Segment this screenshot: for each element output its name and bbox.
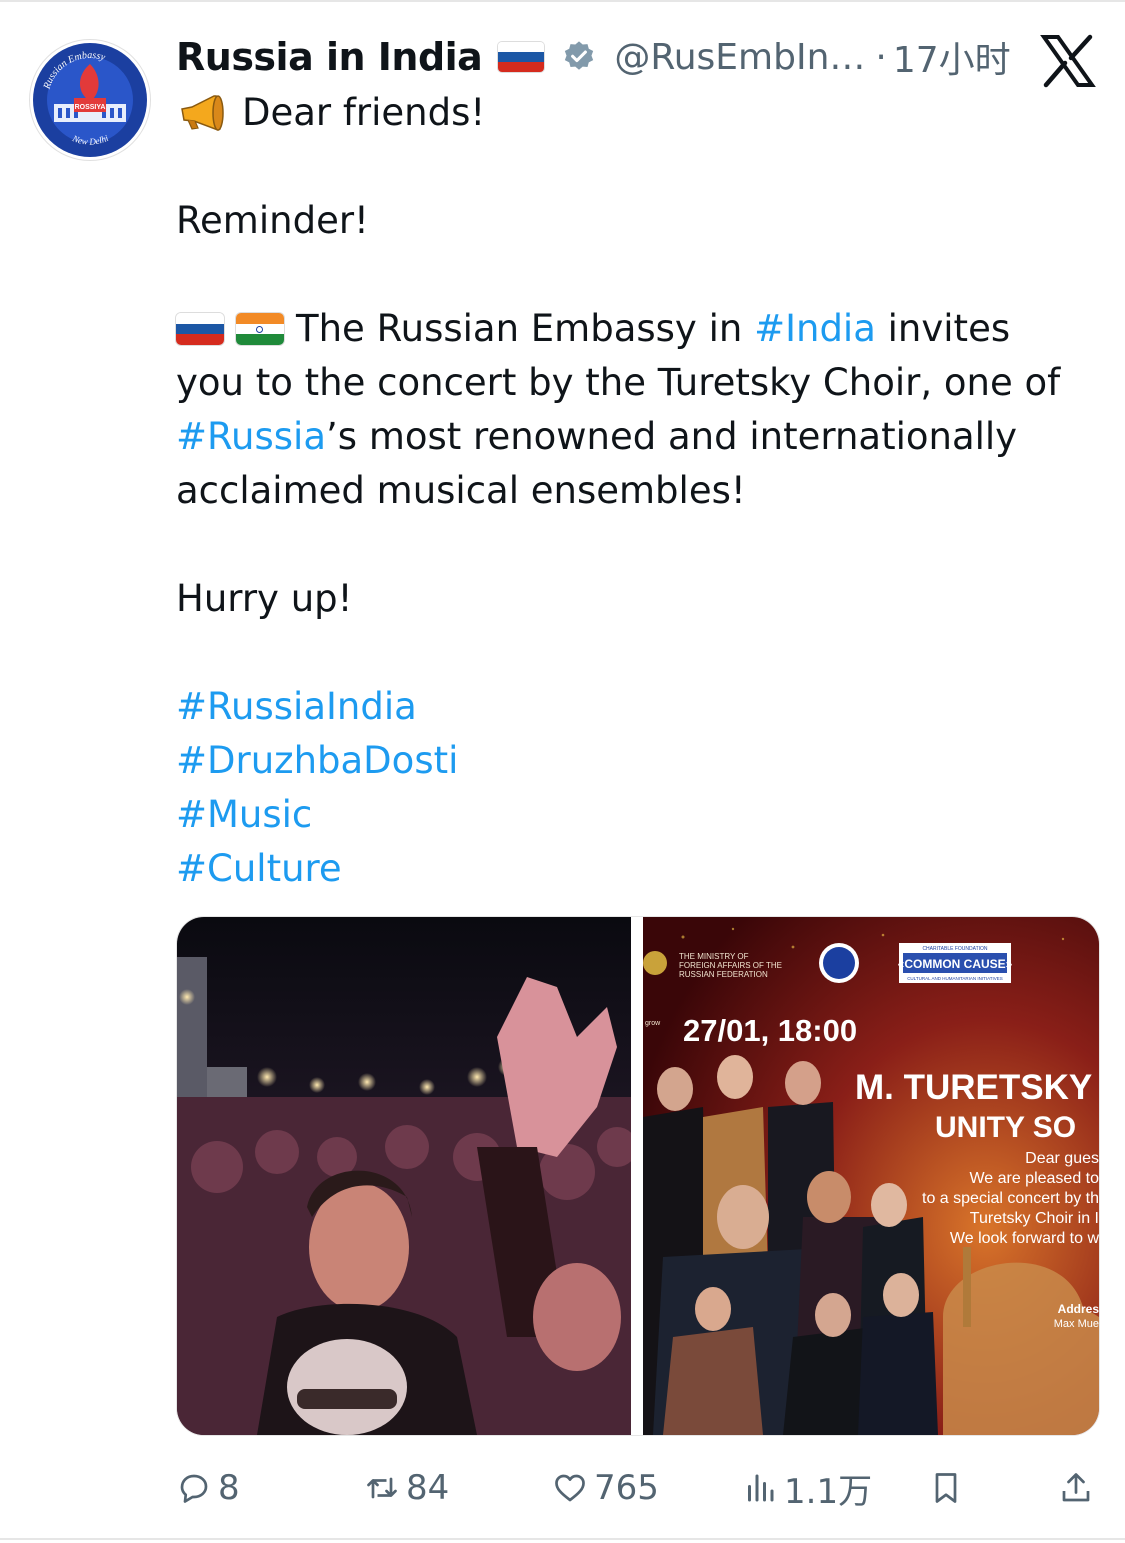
reply-button[interactable]: 8 [176, 1458, 240, 1518]
concert-poster-image[interactable]: THE MINISTRY OF FOREIGN AFFAIRS OF THE R… [643, 917, 1099, 1435]
poster-line: Turetsky Choir in I [970, 1210, 1099, 1227]
poster-address-line: Max Mue [1054, 1318, 1099, 1330]
reply-count: 8 [218, 1468, 240, 1508]
post-time[interactable]: 17小时 [893, 31, 1011, 83]
poster-title: M. TURETSKY CHO [855, 1068, 1099, 1107]
repost-count: 84 [406, 1468, 450, 1508]
tweet-line: Dear friends! [176, 86, 1096, 140]
share-button[interactable] [1058, 1458, 1100, 1518]
poster-address-label: Addres [1058, 1302, 1099, 1316]
hurry-text: Hurry up! [176, 577, 353, 620]
hashtag-link[interactable]: #Culture [176, 842, 1096, 896]
hashtag-russia-link[interactable]: #Russia [176, 415, 326, 458]
crowd-video-thumbnail[interactable] [177, 917, 631, 1435]
media-gallery: THE MINISTRY OF FOREIGN AFFAIRS OF THE R… [176, 916, 1100, 1436]
poster-foundation-sub: CULTURAL AND HUMANITARIAN INITIATIVES [907, 976, 1003, 981]
russia-flag-icon [176, 313, 224, 345]
poster-line: Dear gues [1025, 1150, 1099, 1167]
avatar-badge-text: ROSSIYA [75, 104, 106, 111]
media-divider [631, 917, 643, 1435]
heart-icon [555, 1474, 585, 1502]
tweet-line: acclaimed musical ensembles! [176, 469, 746, 512]
reply-icon [180, 1474, 208, 1503]
like-count: 765 [594, 1468, 659, 1508]
tweet-line: you to the concert by the Turetsky Choir… [176, 361, 1061, 404]
top-divider [0, 0, 1125, 2]
poster-ministry-line: RUSSIAN FEDERATION [679, 970, 768, 979]
verified-badge-icon [565, 41, 594, 70]
x-logo-icon[interactable] [1040, 34, 1096, 88]
views-icon [748, 1474, 774, 1502]
like-button[interactable]: 765 [552, 1458, 659, 1518]
poster-side-label: grow [645, 1020, 661, 1027]
tweet-line: #Russia’s most renowned and internationa… [176, 410, 1096, 464]
poster-ministry-line: THE MINISTRY OF [679, 952, 749, 961]
poster-ministry-line: FOREIGN AFFAIRS OF THE [679, 961, 782, 970]
header-separator: · [875, 36, 887, 78]
poster-date: 27/01, 18:00 [683, 1013, 857, 1048]
views-count: 1.1万 [784, 1471, 873, 1512]
display-name[interactable]: Russia in India [176, 35, 483, 79]
tweet-text: Dear friends! Reminder! The Russian Emba… [176, 86, 1096, 896]
poster-foundation-name: «COMMON CAUSE» [898, 957, 1013, 971]
poster-subtitle: UNITY SO [935, 1111, 1076, 1144]
poster-foundation-label: CHARITABLE FOUNDATION [922, 946, 987, 952]
india-flag-icon [236, 313, 284, 345]
russia-flag-icon [498, 42, 545, 72]
tweet-body-text: The Russian Embassy in [296, 307, 755, 350]
reminder-text: Reminder! [176, 199, 369, 242]
bookmark-button[interactable] [928, 1458, 970, 1518]
repost-button[interactable]: 84 [364, 1458, 449, 1518]
hashtag-link[interactable]: #DruzhbaDosti [176, 734, 1096, 788]
poster-line: We are pleased to [969, 1170, 1099, 1187]
tweet-body-text: ’s most renowned and internationally [326, 415, 1018, 458]
hashtag-link[interactable]: #RussiaIndia [176, 680, 1096, 734]
views-button[interactable]: 1.1万 [742, 1458, 872, 1518]
hashtag-link[interactable]: #Music [176, 788, 1096, 842]
hashtag-india-link[interactable]: #India [754, 307, 876, 350]
repost-icon [367, 1477, 397, 1499]
greeting-text: Dear friends! [242, 91, 486, 134]
tweet-body-text: invites [875, 307, 1011, 350]
tweet-actions: 8 84 765 1.1万 [176, 1458, 1106, 1518]
avatar[interactable]: Russian Embassy New Delhi ROSSIYA [30, 40, 150, 160]
bottom-divider [0, 1538, 1125, 1540]
user-handle[interactable]: @RusEmbIn… [614, 37, 865, 78]
tweet-line: The Russian Embassy in #India invites [176, 302, 1096, 356]
tweet-header: Russia in India @RusEmbIn… · 17小时 [176, 30, 1076, 84]
embassy-logo-icon: Russian Embassy New Delhi ROSSIYA [33, 43, 147, 157]
poster-line: We look forward to w [950, 1230, 1099, 1247]
share-icon [1062, 1473, 1090, 1502]
poster-line: to a special concert by th [922, 1190, 1099, 1207]
bookmark-icon [935, 1473, 957, 1503]
megaphone-icon [181, 95, 224, 131]
